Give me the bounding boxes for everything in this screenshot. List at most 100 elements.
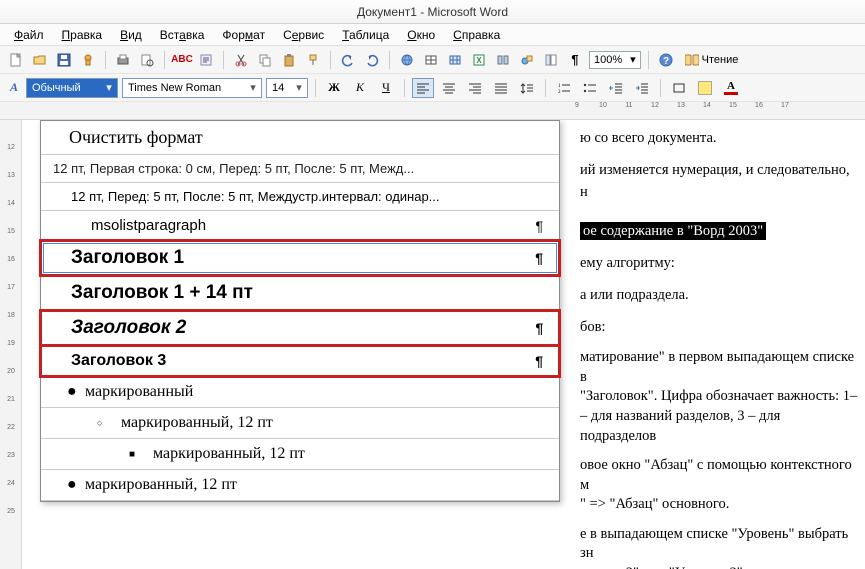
highlight-swatch	[698, 81, 712, 95]
align-justify-button[interactable]	[490, 78, 512, 98]
style-label: Заголовок 3	[71, 352, 166, 370]
doc-line: ий изменяется нумерация, и следовательно…	[580, 160, 859, 204]
research-button[interactable]	[196, 50, 216, 70]
font-color-swatch	[724, 92, 738, 95]
zoom-value: 100%	[594, 54, 622, 66]
style-bulleted-12pt-a[interactable]: ○ маркированный, 12 пт	[41, 408, 559, 439]
paste-button[interactable]	[279, 50, 299, 70]
style-bulleted[interactable]: ● маркированный	[41, 377, 559, 408]
workspace: 12 13 14 15 16 17 18 19 20 21 22 23 24 2…	[0, 120, 865, 569]
font-size-combo[interactable]: 14 ▾	[266, 78, 308, 98]
underline-button[interactable]: Ч	[375, 78, 397, 98]
style-bulleted-12pt-b[interactable]: ■ маркированный, 12 пт	[41, 439, 559, 470]
excel-button[interactable]: X	[469, 50, 489, 70]
style-label: msolistparagraph	[91, 217, 206, 234]
style-desc-1[interactable]: 12 пт, Первая строка: 0 см, Перед: 5 пт,…	[41, 155, 559, 183]
increase-indent-button[interactable]	[631, 78, 653, 98]
dropdown-icon: ▾	[293, 81, 305, 94]
undo-button[interactable]	[338, 50, 358, 70]
vertical-ruler[interactable]: 12 13 14 15 16 17 18 19 20 21 22 23 24 2…	[0, 120, 22, 569]
toolbar-separator	[545, 79, 546, 97]
menubar: Файл Правка Вид Вставка Формат Сервис Та…	[0, 24, 865, 46]
print-button[interactable]	[113, 50, 133, 70]
insert-table-button[interactable]	[445, 50, 465, 70]
doc-line: матирование" в первом выпадающем списке …	[580, 348, 859, 446]
style-desc-2[interactable]: 12 пт, Перед: 5 пт, После: 5 пт, Междуст…	[41, 183, 559, 211]
toolbar-separator	[389, 51, 390, 69]
print-preview-button[interactable]	[137, 50, 157, 70]
toolbar-separator	[648, 51, 649, 69]
menu-table[interactable]: Таблица	[336, 26, 395, 44]
doc-line: ю со всего документа.	[580, 128, 859, 150]
menu-window[interactable]: Окно	[401, 26, 441, 44]
doc-line: ое содержание в "Ворд 2003"	[580, 221, 859, 243]
horizontal-ruler[interactable]: 91011121314151617	[0, 102, 865, 120]
open-button[interactable]	[30, 50, 50, 70]
bullet-icon: ●	[67, 383, 77, 401]
style-heading-1[interactable]: Заголовок 1 ¶	[41, 241, 559, 276]
save-button[interactable]	[54, 50, 74, 70]
font-combo[interactable]: Times New Roman ▾	[122, 78, 262, 98]
highlight-button[interactable]	[694, 78, 716, 98]
permissions-button[interactable]	[78, 50, 98, 70]
numbered-list-button[interactable]: 12	[553, 78, 575, 98]
style-combo[interactable]: Обычный ▾	[26, 78, 118, 98]
style-label: Заголовок 1 + 14 пт	[71, 282, 253, 304]
style-label: Заголовок 1	[71, 247, 184, 269]
hyperlink-button[interactable]	[397, 50, 417, 70]
pilcrow-icon: ¶	[535, 320, 543, 336]
style-heading-3[interactable]: Заголовок 3 ¶	[41, 346, 559, 377]
menu-format[interactable]: Формат	[216, 26, 271, 44]
style-bulleted-12pt-c[interactable]: ● маркированный, 12 пт	[41, 470, 559, 501]
borders-button[interactable]	[668, 78, 690, 98]
menu-help[interactable]: Справка	[447, 26, 506, 44]
decrease-indent-button[interactable]	[605, 78, 627, 98]
new-doc-button[interactable]	[6, 50, 26, 70]
style-msolistparagraph[interactable]: msolistparagraph ¶	[41, 211, 559, 241]
bold-button[interactable]: Ж	[323, 78, 345, 98]
pilcrow-icon: ¶	[535, 218, 543, 234]
style-heading-2[interactable]: Заголовок 2 ¶	[41, 311, 559, 346]
menu-file[interactable]: Файл	[8, 26, 50, 44]
toolbar-separator	[404, 79, 405, 97]
document-area[interactable]: Очистить формат 12 пт, Первая строка: 0 …	[22, 120, 865, 569]
line-spacing-button[interactable]	[516, 78, 538, 98]
help-button[interactable]: ?	[656, 50, 676, 70]
styles-pane-button[interactable]: A	[6, 80, 22, 96]
format-painter-button[interactable]	[303, 50, 323, 70]
align-right-button[interactable]	[464, 78, 486, 98]
style-heading-1-14pt[interactable]: Заголовок 1 + 14 пт	[41, 276, 559, 311]
spellcheck-button[interactable]: ABC	[172, 50, 192, 70]
font-combo-value: Times New Roman	[125, 82, 247, 94]
toolbar-separator	[223, 51, 224, 69]
align-left-button[interactable]	[412, 78, 434, 98]
svg-text:?: ?	[663, 56, 669, 67]
italic-button[interactable]: К	[349, 78, 371, 98]
font-color-button[interactable]: A	[720, 78, 742, 98]
style-label: Очистить формат	[69, 127, 203, 148]
doc-line: бов:	[580, 317, 859, 339]
redo-button[interactable]	[362, 50, 382, 70]
drawing-button[interactable]	[517, 50, 537, 70]
menu-edit[interactable]: Правка	[56, 26, 109, 44]
style-label: маркированный	[85, 383, 193, 401]
copy-button[interactable]	[255, 50, 275, 70]
menu-tools[interactable]: Сервис	[277, 26, 330, 44]
document-body[interactable]: ю со всего документа. ий изменяется нуме…	[574, 120, 865, 569]
cut-button[interactable]	[231, 50, 251, 70]
reading-mode-button[interactable]: Чтение	[680, 50, 744, 70]
align-center-button[interactable]	[438, 78, 460, 98]
doc-map-button[interactable]	[541, 50, 561, 70]
style-clear-format[interactable]: Очистить формат	[41, 121, 559, 155]
style-combo-value: Обычный	[29, 82, 103, 94]
menu-insert[interactable]: Вставка	[154, 26, 211, 44]
svg-text:1: 1	[558, 84, 561, 89]
show-marks-button[interactable]: ¶	[565, 50, 585, 70]
menu-file-label: айл	[23, 28, 43, 42]
tables-borders-button[interactable]	[421, 50, 441, 70]
zoom-combo[interactable]: 100%▾	[589, 51, 641, 69]
menu-view[interactable]: Вид	[114, 26, 148, 44]
doc-line: е в выпадающем списке "Уровень" выбрать …	[580, 525, 859, 569]
columns-button[interactable]	[493, 50, 513, 70]
bulleted-list-button[interactable]	[579, 78, 601, 98]
